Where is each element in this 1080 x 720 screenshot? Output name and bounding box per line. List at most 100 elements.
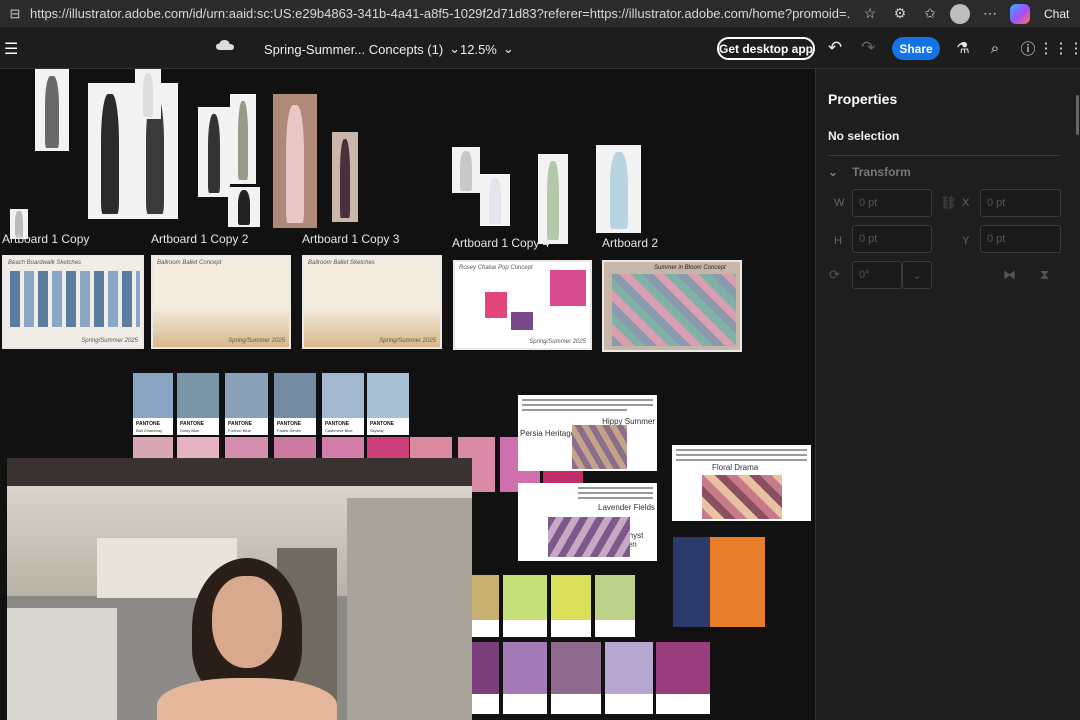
board-signature: Spring/Summer 2025 (529, 339, 586, 345)
more-options-icon[interactable]: ⋯ (980, 4, 1000, 24)
moodboard-summer-bloom[interactable]: Summer in Bloom Concept (602, 260, 742, 352)
artboard-label[interactable]: Artboard 1 Copy 3 (302, 232, 399, 246)
zoom-dropdown[interactable]: 12.5% ⌄ (460, 41, 514, 57)
pantone-swatch[interactable] (410, 437, 452, 459)
address-bar[interactable]: https://illustrator.adobe.com/id/urn:aai… (30, 6, 850, 21)
beaker-icon[interactable]: ⚗ (953, 38, 973, 58)
extensions-icon[interactable]: ⚙ (890, 4, 910, 24)
pantone-label: PANTONE (136, 421, 160, 427)
pantone-swatch[interactable]: PANTONE Cashmere Blue (322, 373, 364, 435)
chevron-down-icon: ⌄ (828, 165, 839, 179)
site-info-icon[interactable]: ⊟ (4, 3, 26, 25)
fashion-photo[interactable] (198, 107, 230, 197)
fashion-photo[interactable] (273, 94, 317, 228)
board-caption: Rosey Chaise Pop Concept (459, 265, 533, 271)
pantone-swatch[interactable]: PANTONE Faded Denim (274, 373, 316, 435)
favorites-icon[interactable]: ✩ (920, 4, 940, 24)
moodboard-beach-boardwalk[interactable]: Beach Boardwalk Sketches Spring/Summer 2… (2, 255, 144, 349)
rotate-dropdown[interactable]: ⌄ (902, 261, 932, 289)
flip-vertical-icon[interactable]: ⧗ (1040, 267, 1049, 283)
undo-icon[interactable]: ↶ (828, 38, 842, 58)
share-button[interactable]: Share (892, 37, 940, 60)
copilot-icon[interactable] (1010, 3, 1030, 24)
doc-label: Persia Heritage (520, 429, 576, 438)
apps-grid-icon[interactable]: ⋮⋮⋮ (1039, 38, 1080, 58)
pantone-swatch[interactable] (595, 575, 635, 637)
document-title[interactable]: Spring-Summer... Concepts (1) ⌄ (264, 41, 460, 57)
menu-icon[interactable]: ☰ (4, 39, 20, 59)
get-desktop-app-button[interactable]: Get desktop app (717, 37, 815, 60)
pantone-swatch[interactable] (551, 642, 601, 714)
height-field[interactable]: 0 pt (852, 225, 932, 253)
pantone-swatch[interactable] (133, 437, 173, 459)
document-floral-drama[interactable]: Floral Drama (672, 445, 811, 521)
board-signature: Spring/Summer 2025 (379, 338, 436, 344)
pantone-swatch[interactable] (322, 437, 364, 459)
pantone-swatch[interactable] (503, 642, 547, 714)
pantone-swatch[interactable] (225, 437, 268, 459)
fashion-photo[interactable] (538, 154, 568, 244)
fashion-photo[interactable] (596, 145, 641, 233)
cloud-icon[interactable] (216, 38, 234, 52)
fashion-photo[interactable] (452, 147, 480, 193)
redo-icon[interactable]: ↷ (861, 38, 875, 58)
chat-label[interactable]: Chat (1044, 7, 1069, 21)
artboard-label[interactable]: Artboard 1 Copy 2 (151, 232, 248, 246)
pantone-swatch[interactable]: PANTONE Dusty Blue (177, 373, 219, 435)
fashion-photo[interactable] (228, 187, 260, 227)
panel-title: Properties (828, 91, 898, 107)
pantone-swatch[interactable] (551, 575, 591, 637)
pantone-swatch[interactable] (503, 575, 547, 637)
document-lavender-fields[interactable]: Lavender Fields Amethyst Garden (518, 483, 657, 561)
pantone-swatch[interactable] (656, 642, 710, 714)
width-field[interactable]: 0 pt (852, 189, 932, 217)
pantone-swatch[interactable]: PANTONE Forever Blue (225, 373, 268, 435)
document-persia-heritage[interactable]: Persia Heritage Hippy Summer (518, 395, 657, 471)
webcam-overlay (7, 458, 472, 720)
help-icon[interactable]: ⓘ (1018, 38, 1038, 58)
collage-photo[interactable] (673, 537, 765, 627)
x-field[interactable]: 0 pt (980, 189, 1061, 217)
pantone-swatch[interactable] (605, 642, 653, 714)
fashion-photo[interactable] (332, 132, 358, 222)
no-selection-label: No selection (828, 129, 900, 143)
fashion-photo[interactable] (88, 83, 132, 219)
board-caption: Ballroom Ballet Sketches (308, 260, 375, 266)
properties-panel: Properties No selection ⌄ Transform W 0 … (815, 69, 1080, 720)
transform-section-header[interactable]: ⌄ Transform (828, 165, 911, 179)
height-label: H (834, 235, 842, 247)
board-caption: Beach Boardwalk Sketches (8, 260, 82, 266)
fashion-photo[interactable] (35, 69, 69, 151)
pantone-swatch[interactable] (177, 437, 219, 459)
moodboard-ballroom-concept[interactable]: Ballroom Ballet Concept Spring/Summer 20… (151, 255, 291, 349)
fashion-photo[interactable] (135, 69, 161, 119)
zoom-value: 12.5% (460, 41, 497, 57)
profile-avatar[interactable] (950, 3, 970, 24)
artboard-label[interactable]: Artboard 1 Copy 4 (452, 236, 549, 250)
panel-scrollbar[interactable] (1076, 95, 1079, 135)
favorite-star-icon[interactable]: ☆ (860, 4, 880, 24)
flip-horizontal-icon[interactable]: ⧓ (1003, 267, 1016, 283)
artboard-label[interactable]: Artboard 1 Copy (2, 232, 89, 246)
pantone-swatch[interactable] (471, 575, 499, 637)
artboard-label[interactable]: Artboard 2 (602, 236, 658, 250)
link-icon[interactable]: ⛓ (940, 195, 957, 211)
chevron-down-icon: ⌄ (449, 41, 461, 56)
swatch-color (133, 373, 173, 418)
fashion-photo[interactable] (480, 174, 510, 226)
y-field[interactable]: 0 pt (980, 225, 1061, 253)
x-label: X (962, 197, 970, 209)
search-icon[interactable]: ⌕ (985, 38, 1005, 58)
pantone-swatch[interactable]: PANTONE Ball Chambray (133, 373, 173, 435)
rotate-field[interactable]: 0° (852, 261, 902, 289)
pantone-swatch[interactable] (274, 437, 316, 459)
pantone-swatch[interactable] (367, 437, 409, 459)
pantone-swatch[interactable] (471, 642, 499, 714)
app-toolbar: ☰ Spring-Summer... Concepts (1) ⌄ 12.5% … (0, 27, 1080, 69)
board-caption: Summer in Bloom Concept (654, 265, 726, 271)
fashion-photo[interactable] (230, 94, 256, 184)
moodboard-ballroom-sketches[interactable]: Ballroom Ballet Sketches Spring/Summer 2… (302, 255, 442, 349)
rotate-icon: ⟳ (829, 267, 840, 282)
pantone-swatch[interactable]: PANTONE Skyway (367, 373, 409, 435)
moodboard-rosey-chaise[interactable]: Rosey Chaise Pop Concept Spring/Summer 2… (453, 260, 592, 350)
